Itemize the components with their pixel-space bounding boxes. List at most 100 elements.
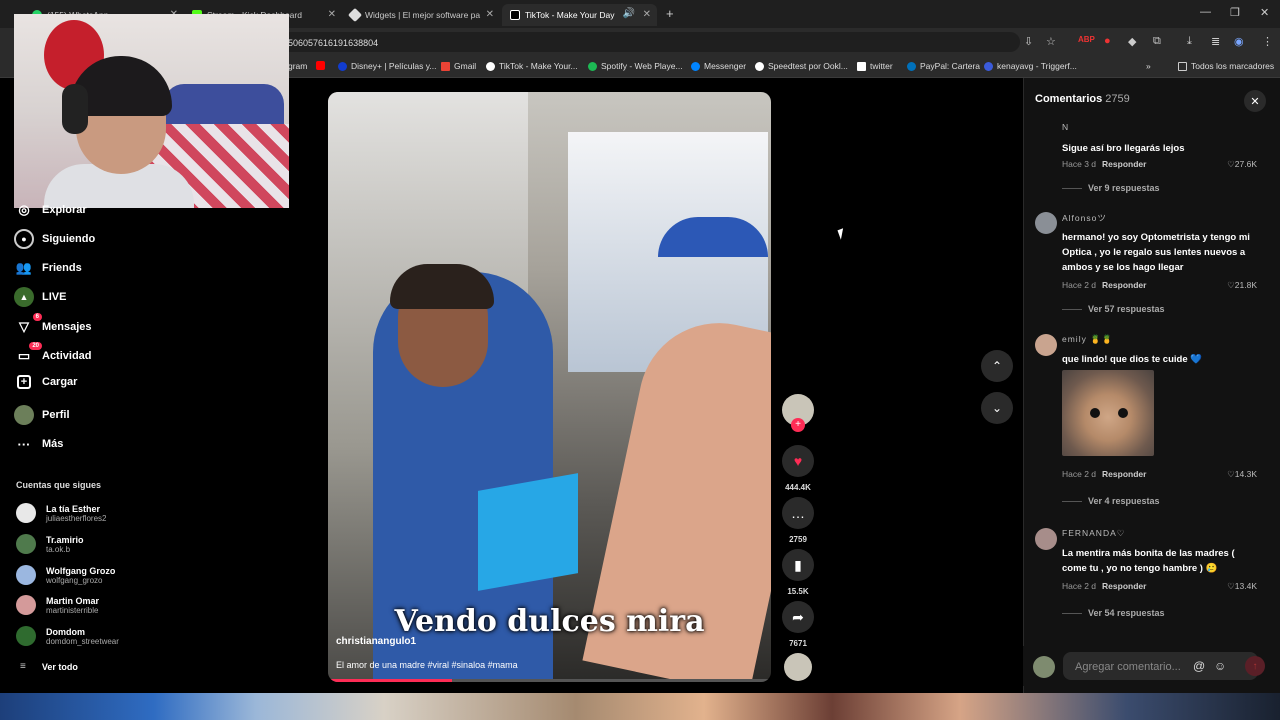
reply-button[interactable]: Responder: [1102, 581, 1146, 591]
heart-icon: ♡: [1227, 280, 1235, 290]
like-button[interactable]: ♥ 444.4K: [782, 445, 814, 492]
comment-placeholder[interactable]: Agregar comentario...: [1075, 661, 1181, 673]
close-tab-icon[interactable]: ✕: [328, 9, 336, 20]
sidebar-item-perfil[interactable]: Perfil: [14, 405, 70, 425]
followed-account[interactable]: Domdom domdom_streetwear: [16, 626, 119, 646]
list-icon: ≡: [20, 661, 26, 672]
send-comment-button[interactable]: ↑: [1245, 656, 1265, 676]
bookmark-item[interactable]: [316, 61, 329, 70]
bookmark-item[interactable]: Gmail: [441, 61, 476, 71]
video-username[interactable]: christianangulo1: [336, 636, 416, 647]
bookmark-item[interactable]: Disney+ | Películas y...: [338, 61, 436, 71]
upload-icon: +: [17, 375, 31, 389]
bookmark-item[interactable]: twitter: [857, 61, 893, 71]
comment-user[interactable]: N: [1062, 122, 1069, 132]
comment-meta: Hace 2 d Responder: [1062, 280, 1147, 290]
sidebar-item-mas[interactable]: ··· Más: [14, 434, 64, 454]
bookmark-item[interactable]: gram: [288, 61, 307, 71]
install-icon[interactable]: ⇩: [1024, 35, 1033, 48]
bookmark-item[interactable]: PayPal: Cartera: [907, 61, 980, 71]
share-button[interactable]: ➦ 7671: [782, 601, 814, 648]
avatar[interactable]: [1035, 212, 1057, 234]
speedtest-icon: [755, 61, 764, 71]
reply-button[interactable]: Responder: [1102, 280, 1146, 290]
profile-icon: [14, 405, 34, 425]
avatar[interactable]: [1035, 334, 1057, 356]
messages-icon: ▽ 6: [14, 313, 42, 337]
comment-likes[interactable]: ♡14.3K: [1227, 469, 1257, 480]
browser-tab-active[interactable]: TikTok - Make Your Day 🔊 ✕: [502, 4, 657, 26]
creator-avatar[interactable]: +: [782, 394, 814, 432]
music-disc-icon: [784, 653, 812, 681]
next-video-button[interactable]: ⌄: [981, 392, 1013, 424]
comment-likes[interactable]: ♡27.6K: [1227, 159, 1257, 170]
adblock-icon[interactable]: ABP: [1078, 35, 1095, 44]
bookmark-item[interactable]: Messenger: [691, 61, 746, 71]
comment-button[interactable]: … 2759: [782, 497, 814, 544]
video-progress-bar[interactable]: [328, 679, 771, 682]
url-box[interactable]: [280, 32, 1020, 52]
previous-video-button[interactable]: ⌃: [981, 350, 1013, 382]
menu-icon[interactable]: ⋮: [1262, 35, 1273, 48]
reply-button[interactable]: Responder: [1102, 159, 1146, 169]
comment-likes[interactable]: ♡21.8K: [1227, 280, 1257, 291]
star-icon[interactable]: ☆: [1046, 35, 1056, 48]
emoji-icon[interactable]: ☺: [1214, 659, 1226, 673]
close-window-icon[interactable]: ✕: [1260, 6, 1269, 19]
followed-account[interactable]: Martin Omar martinisterrible: [16, 595, 99, 615]
sidebar-item-friends[interactable]: 👥 Friends: [14, 258, 82, 278]
extension-diamond-icon[interactable]: ◆: [1128, 35, 1136, 48]
comments-title: Comentarios 2759: [1035, 93, 1130, 105]
comment-user[interactable]: FERNANDA♡: [1062, 528, 1125, 539]
followed-account[interactable]: La tía Esther juliaestherflores2: [16, 503, 106, 523]
sound-avatar[interactable]: [782, 653, 814, 681]
followed-account[interactable]: Tr.amirio ta.ok.b: [16, 534, 84, 554]
sidebar-item-live[interactable]: ▲ LIVE: [14, 287, 66, 307]
comment-likes[interactable]: ♡13.4K: [1227, 581, 1257, 592]
mention-icon[interactable]: @: [1193, 659, 1205, 673]
bookmark-item[interactable]: TikTok - Make Your...: [486, 61, 578, 71]
follow-plus-icon[interactable]: +: [791, 418, 805, 432]
speaker-icon[interactable]: 🔊: [623, 8, 635, 19]
comment-user[interactable]: emily 🍍🍍: [1062, 334, 1113, 345]
comment-image[interactable]: [1062, 370, 1154, 456]
new-tab-icon[interactable]: +: [666, 6, 674, 21]
see-all-link[interactable]: ≡ Ver todo: [20, 661, 78, 672]
close-comments-button[interactable]: ✕: [1244, 90, 1266, 112]
sidebar-item-explorar[interactable]: ◎ Explorar: [14, 200, 86, 220]
profile-avatar-icon[interactable]: ◉: [1234, 35, 1244, 48]
view-replies-button[interactable]: Ver 4 respuestas: [1062, 496, 1160, 506]
more-bookmarks-icon[interactable]: »: [1146, 61, 1151, 71]
view-replies-button[interactable]: Ver 57 respuestas: [1062, 304, 1165, 314]
comment-user[interactable]: Alfonsoツ: [1062, 212, 1107, 224]
close-tab-icon[interactable]: ✕: [643, 9, 651, 20]
avatar[interactable]: [1035, 528, 1057, 550]
url-text[interactable]: 506057616191638804: [288, 38, 378, 48]
save-button[interactable]: ▮ 15.5K: [782, 549, 814, 596]
bookmark-item[interactable]: Speedtest por Ookl...: [755, 61, 848, 71]
all-bookmarks[interactable]: Todos los marcadores: [1178, 61, 1274, 71]
minimize-icon[interactable]: —: [1200, 6, 1211, 18]
view-replies-button[interactable]: Ver 9 respuestas: [1062, 183, 1160, 193]
sidebar-item-mensajes[interactable]: ▽ 6 Mensajes: [14, 313, 92, 337]
chevron-down-icon: ⌄: [991, 401, 1003, 415]
bookmark-item[interactable]: Spotify - Web Playe...: [588, 61, 683, 71]
reply-button[interactable]: Responder: [1102, 469, 1146, 479]
extensions-icon[interactable]: ⧉: [1153, 35, 1161, 48]
close-tab-icon[interactable]: ✕: [486, 9, 494, 20]
video-player[interactable]: Vendo dulces mira christianangulo1 El am…: [328, 92, 771, 682]
restore-icon[interactable]: ❐: [1230, 6, 1240, 19]
media-icon[interactable]: ≣: [1211, 35, 1220, 48]
view-replies-button[interactable]: Ver 54 respuestas: [1062, 608, 1165, 618]
download-icon[interactable]: ⤓: [1187, 35, 1192, 48]
followed-account[interactable]: Wolfgang Grozo wolfgang_grozo: [16, 565, 115, 585]
sidebar-item-actividad[interactable]: ▭ 20 Actividad: [14, 342, 92, 366]
comment-icon: …: [782, 497, 814, 529]
bookmark-item[interactable]: kenayavg - Triggerf...: [984, 61, 1077, 71]
sidebar-item-cargar[interactable]: + Cargar: [14, 375, 77, 389]
sidebar-item-siguiendo[interactable]: ● Siguiendo: [14, 229, 95, 249]
folder-icon: [1178, 61, 1187, 71]
background-strip: [0, 693, 1280, 720]
browser-tab[interactable]: Widgets | El mejor software pa ✕: [342, 4, 500, 26]
extension-red-icon[interactable]: ●: [1104, 35, 1111, 47]
